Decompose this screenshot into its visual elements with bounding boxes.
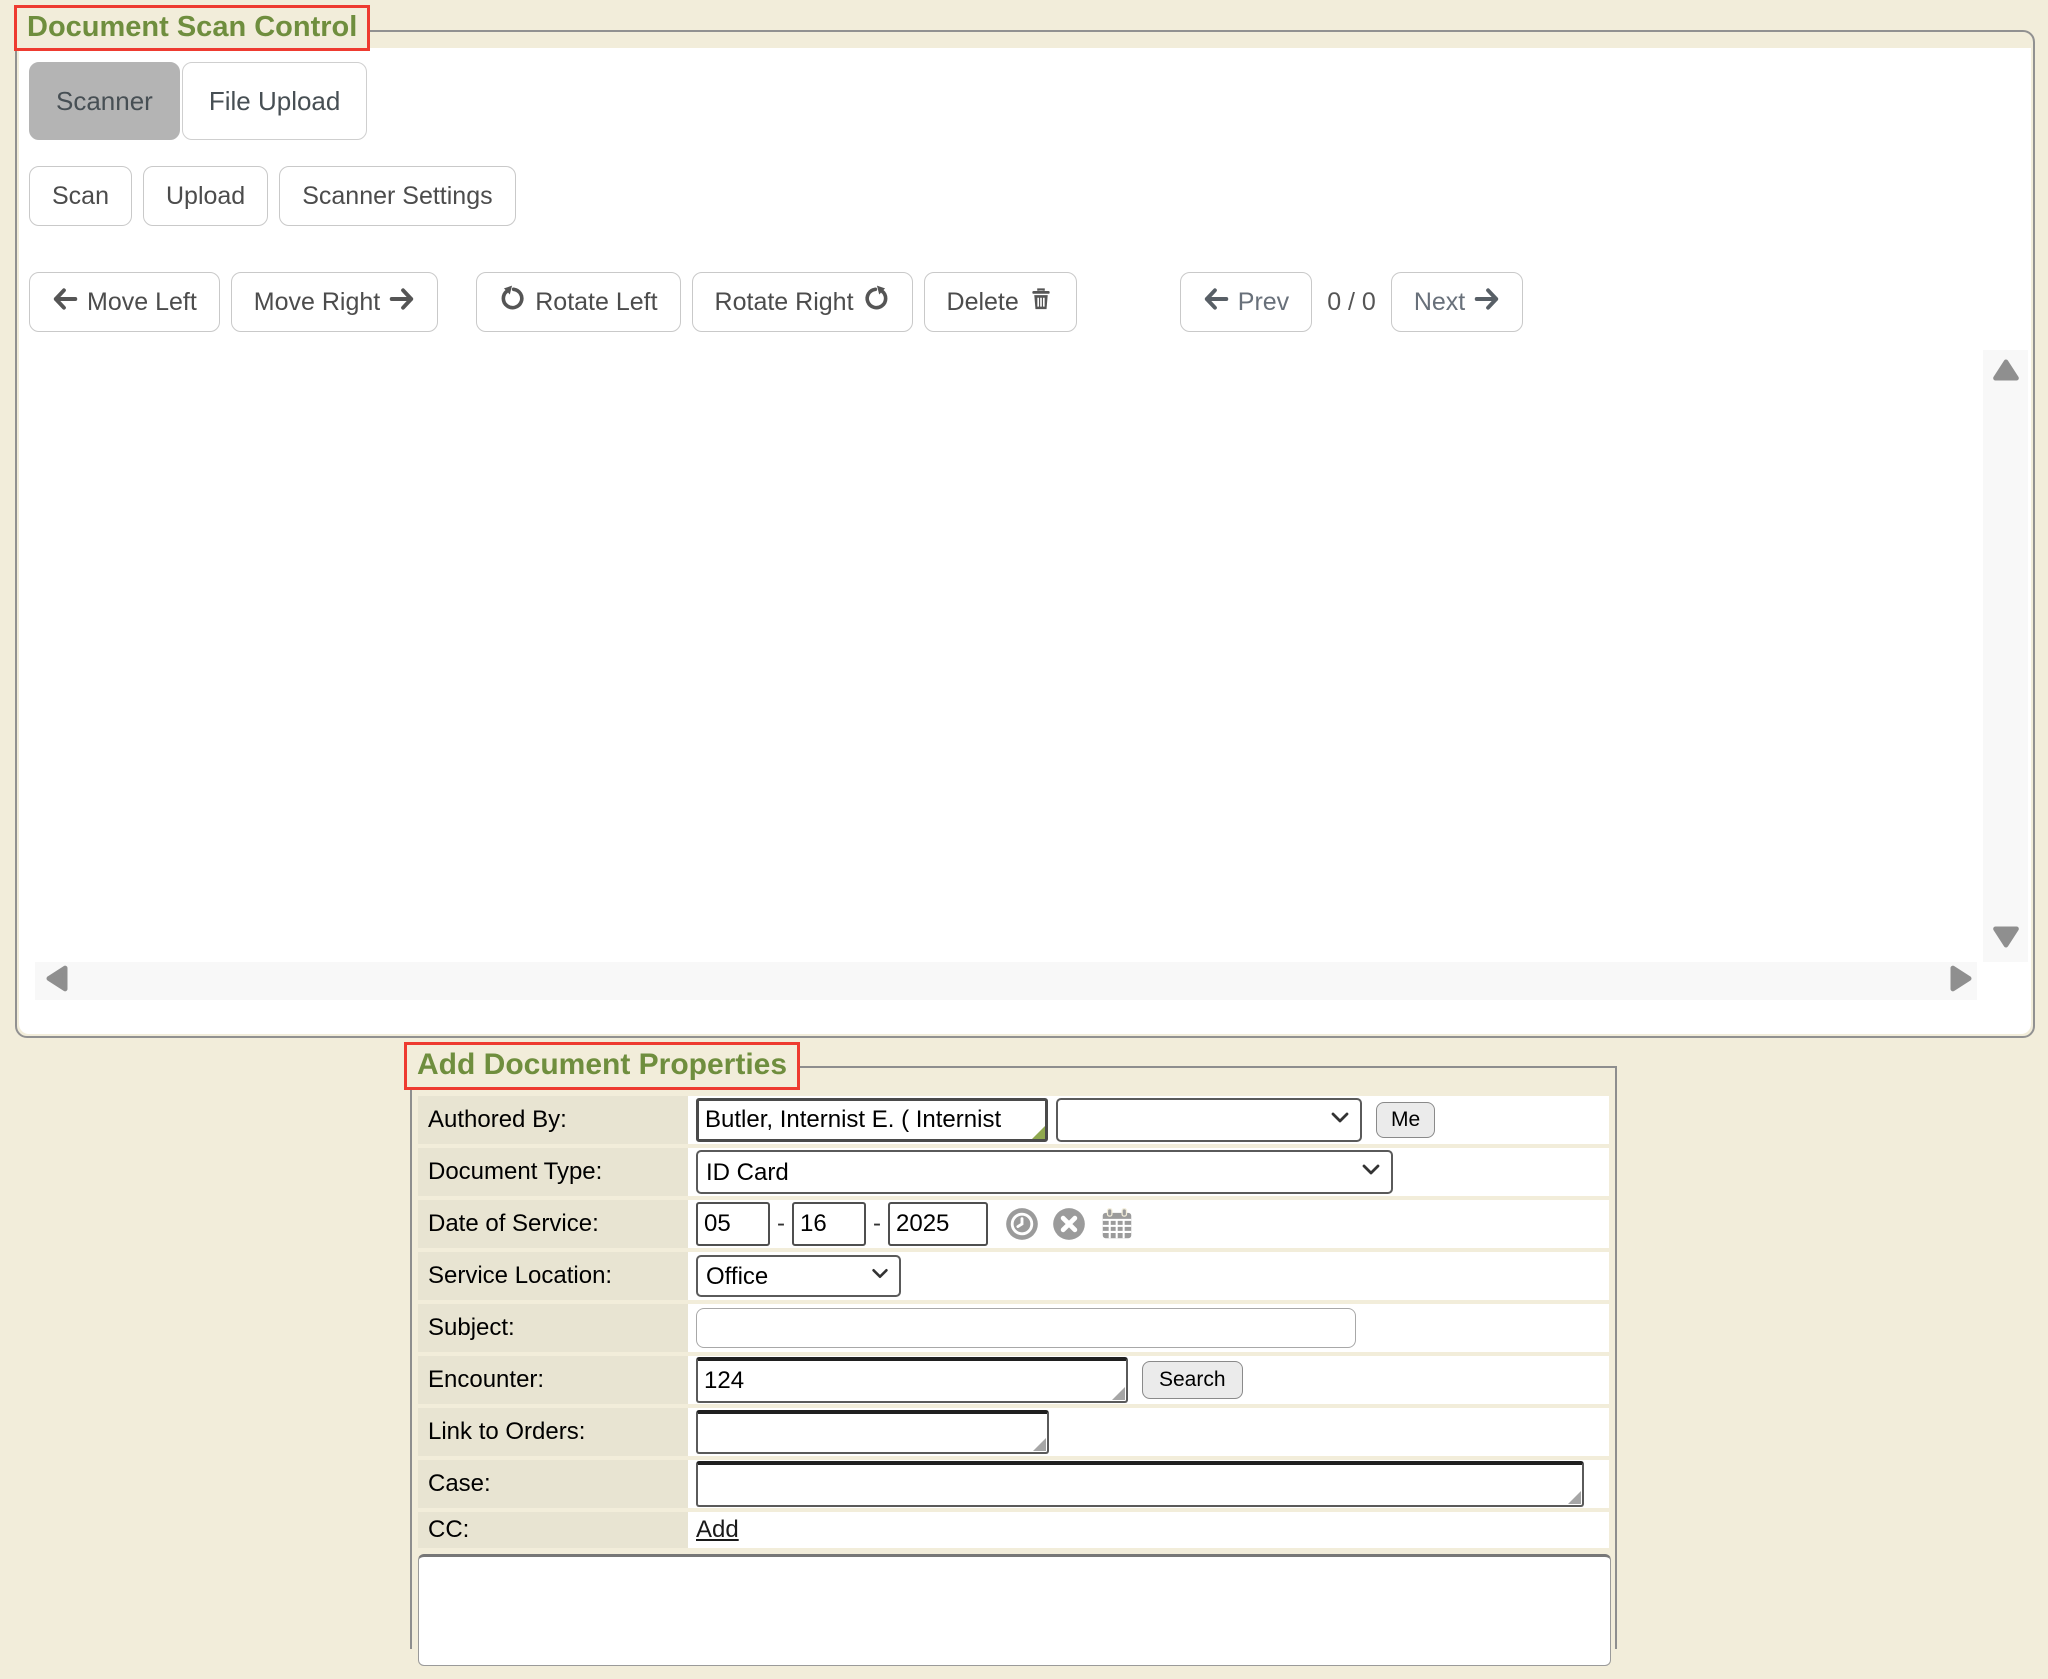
- service-location-field: Office: [688, 1252, 1609, 1300]
- authored-by-input[interactable]: [696, 1098, 1048, 1142]
- link-to-orders-field: [688, 1408, 1609, 1456]
- date-year-input[interactable]: [888, 1202, 988, 1246]
- scroll-left-icon[interactable]: [45, 965, 69, 998]
- arrow-left-icon: [52, 286, 78, 319]
- document-type-select[interactable]: ID Card: [696, 1150, 1393, 1194]
- prev-button[interactable]: Prev: [1180, 272, 1312, 332]
- page-toolbar: Move Left Move Right Rotate Left Rotate …: [29, 272, 2031, 332]
- add-document-properties-panel: Add Document Properties Authored By: Me …: [410, 1066, 1617, 1649]
- rotate-left-button[interactable]: Rotate Left: [476, 272, 680, 332]
- date-of-service-label: Date of Service:: [418, 1200, 688, 1248]
- calendar-icon[interactable]: [1097, 1205, 1137, 1243]
- me-button[interactable]: Me: [1376, 1102, 1435, 1138]
- encounter-row: Encounter: Search: [418, 1356, 1609, 1404]
- page-navigation: Prev 0 / 0 Next: [1180, 272, 1523, 332]
- case-field: [688, 1460, 1609, 1508]
- prev-label: Prev: [1238, 288, 1289, 317]
- date-of-service-row: Date of Service: - -: [418, 1200, 1609, 1248]
- upload-button[interactable]: Upload: [143, 166, 268, 226]
- next-label: Next: [1414, 288, 1465, 317]
- date-month-input[interactable]: [696, 1202, 770, 1246]
- authored-by-select[interactable]: [1056, 1098, 1362, 1142]
- date-day-input[interactable]: [792, 1202, 866, 1246]
- move-right-button[interactable]: Move Right: [231, 272, 438, 332]
- clock-icon[interactable]: [1003, 1205, 1041, 1243]
- service-location-label: Service Location:: [418, 1252, 688, 1300]
- scanner-settings-button-label: Scanner Settings: [302, 182, 492, 211]
- authored-by-label: Authored By:: [418, 1096, 688, 1144]
- document-type-row: Document Type: ID Card: [418, 1148, 1609, 1196]
- link-to-orders-input[interactable]: [696, 1410, 1049, 1454]
- rotate-right-button[interactable]: Rotate Right: [692, 272, 913, 332]
- move-left-label: Move Left: [87, 288, 197, 317]
- tab-scanner-label: Scanner: [56, 86, 153, 117]
- move-left-button[interactable]: Move Left: [29, 272, 220, 332]
- scan-control-content: Scanner File Upload Scan Upload Scanner …: [19, 48, 2031, 1034]
- rotate-right-label: Rotate Right: [715, 288, 854, 317]
- scan-button-label: Scan: [52, 182, 109, 211]
- tab-file-upload-label: File Upload: [209, 86, 341, 117]
- notes-textarea[interactable]: [418, 1554, 1611, 1666]
- subject-row: Subject:: [418, 1304, 1609, 1352]
- scan-action-row: Scan Upload Scanner Settings: [29, 166, 2031, 226]
- tab-scanner[interactable]: Scanner: [29, 62, 180, 140]
- prev-arrow-left-icon: [1203, 286, 1229, 319]
- link-to-orders-label: Link to Orders:: [418, 1408, 688, 1456]
- link-to-orders-row: Link to Orders:: [418, 1408, 1609, 1456]
- scan-button[interactable]: Scan: [29, 166, 132, 226]
- scroll-down-icon[interactable]: [1992, 925, 2020, 954]
- document-scan-control-panel: Document Scan Control Scanner File Uploa…: [15, 30, 2035, 1038]
- rotate-right-icon: [863, 285, 890, 319]
- cc-add-link[interactable]: Add: [696, 1516, 739, 1544]
- add-document-properties-title: Add Document Properties: [404, 1042, 800, 1090]
- scroll-up-icon[interactable]: [1992, 358, 2020, 387]
- cc-field: Add: [688, 1512, 1609, 1548]
- vertical-scrollbar[interactable]: [1983, 350, 2028, 962]
- authored-by-field: Me: [688, 1096, 1609, 1144]
- next-button[interactable]: Next: [1391, 272, 1523, 332]
- page-counter: 0 / 0: [1327, 288, 1376, 317]
- case-label: Case:: [418, 1460, 688, 1508]
- rotate-left-label: Rotate Left: [535, 288, 657, 317]
- date-separator: -: [873, 1210, 881, 1238]
- move-right-label: Move Right: [254, 288, 380, 317]
- tab-file-upload[interactable]: File Upload: [182, 62, 368, 140]
- case-row: Case:: [418, 1460, 1609, 1508]
- authored-by-row: Authored By: Me: [418, 1096, 1609, 1144]
- encounter-input[interactable]: [696, 1357, 1128, 1403]
- horizontal-scrollbar[interactable]: [35, 962, 1977, 1000]
- subject-input[interactable]: [696, 1308, 1356, 1348]
- document-type-field: ID Card: [688, 1148, 1609, 1196]
- trash-icon: [1028, 286, 1054, 319]
- service-location-select[interactable]: Office: [696, 1255, 901, 1297]
- scroll-right-icon[interactable]: [1949, 965, 1973, 998]
- clear-date-x-icon[interactable]: [1050, 1205, 1088, 1243]
- upload-button-label: Upload: [166, 182, 245, 211]
- arrow-right-icon: [389, 286, 415, 319]
- subject-field: [688, 1304, 1609, 1352]
- search-button[interactable]: Search: [1142, 1361, 1243, 1399]
- date-of-service-field: - -: [688, 1200, 1609, 1248]
- encounter-label: Encounter:: [418, 1356, 688, 1404]
- scanner-settings-button[interactable]: Scanner Settings: [279, 166, 515, 226]
- rotate-left-icon: [499, 285, 526, 319]
- scan-tabs: Scanner File Upload: [29, 62, 2031, 140]
- encounter-field: Search: [688, 1356, 1609, 1404]
- date-separator: -: [777, 1210, 785, 1238]
- document-type-label: Document Type:: [418, 1148, 688, 1196]
- delete-button[interactable]: Delete: [924, 272, 1077, 332]
- cc-label: CC:: [418, 1512, 688, 1548]
- next-arrow-right-icon: [1474, 286, 1500, 319]
- cc-row: CC: Add: [418, 1512, 1609, 1548]
- case-input[interactable]: [696, 1461, 1584, 1507]
- delete-label: Delete: [947, 288, 1019, 317]
- subject-label: Subject:: [418, 1304, 688, 1352]
- document-scan-control-title: Document Scan Control: [14, 5, 370, 51]
- service-location-row: Service Location: Office: [418, 1252, 1609, 1300]
